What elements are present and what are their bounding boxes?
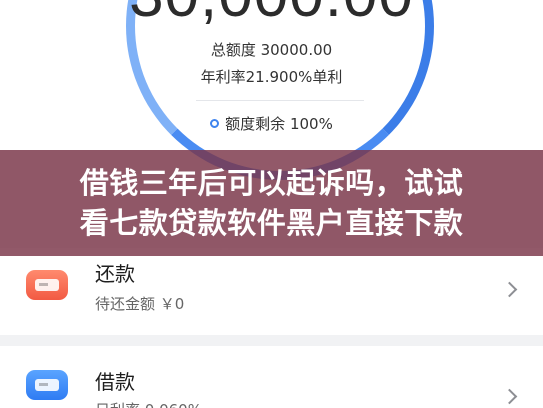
annual-rate: 年利率21.900%单利 bbox=[200, 68, 343, 86]
repay-menu-item[interactable]: 还款 待还金额 ￥0 bbox=[0, 248, 543, 335]
remaining-limit: 额度剩余 100% bbox=[0, 113, 543, 134]
credit-summary-card: 30,000.00 总额度 30000.00 年利率21.900%单利 额度剩余… bbox=[0, 0, 543, 180]
borrow-title: 借款 bbox=[95, 370, 135, 394]
available-amount: 30,000.00 bbox=[0, 0, 543, 31]
total-limit: 总额度 30000.00 bbox=[210, 41, 333, 59]
wallet-icon bbox=[26, 270, 68, 300]
divider bbox=[196, 100, 364, 101]
chevron-right-icon bbox=[501, 388, 518, 405]
card-icon bbox=[26, 370, 68, 400]
repay-amount: 待还金额 ￥0 bbox=[95, 295, 185, 313]
borrow-menu-item[interactable]: 借款 日利率 0.060% bbox=[0, 346, 543, 408]
chevron-right-icon bbox=[501, 281, 518, 298]
repay-title: 还款 bbox=[95, 262, 135, 286]
banner-line-2: 看七款贷款软件黑户直接下款 bbox=[79, 206, 464, 240]
title-banner: 借钱三年后可以起诉吗，试试 看七款贷款软件黑户直接下款 bbox=[0, 150, 543, 256]
banner-line-1: 借钱三年后可以起诉吗，试试 bbox=[79, 166, 464, 200]
daily-rate: 日利率 0.060% bbox=[95, 399, 202, 408]
remaining-limit-text: 额度剩余 100% bbox=[225, 115, 333, 133]
circle-dot-icon bbox=[210, 119, 220, 128]
